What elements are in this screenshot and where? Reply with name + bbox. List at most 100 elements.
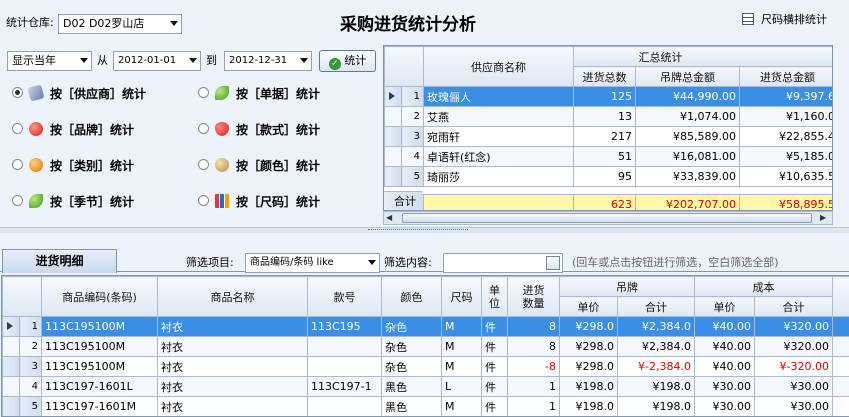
qty-cell[interactable]: 51 [573,146,636,167]
splitter[interactable] [0,227,849,233]
filter-content-input[interactable] [443,253,563,273]
unit-cell[interactable]: 件 [481,356,508,377]
stat-button[interactable]: ✓ 统计 [319,50,376,72]
col-style-header[interactable]: 款号 [307,276,382,317]
col-code-header[interactable]: 商品编码(条码) [41,276,158,317]
cost-amount-cell[interactable]: ¥22,855.4 [739,126,832,147]
filter-go-icon[interactable] [546,256,560,270]
qty-cell[interactable]: 8 [507,316,560,337]
option-radio-2[interactable] [198,87,209,98]
cost-amount-cell[interactable]: ¥10,635.5 [739,166,832,187]
table-row[interactable]: 5 113C197-1601M 衬衣 黑色 M 件 1 ¥198.0 ¥198.0 ¥30.00 ¥… [2,396,849,416]
tag-amount-cell[interactable]: ¥1,074.00 [635,106,740,127]
name-cell[interactable]: 衬衣 [157,376,308,397]
cost-price-cell[interactable]: ¥30.00 [694,376,755,397]
size-cell[interactable]: M [441,336,482,357]
tag-total-cell[interactable]: ¥-2,384.0 [617,356,695,377]
tag-total-cell[interactable]: ¥198.0 [617,396,695,416]
cost-price-cell[interactable]: ¥40.00 [694,316,755,337]
qty-cell[interactable]: 217 [573,126,636,147]
qty-cell[interactable]: 1 [507,396,560,416]
name-cell[interactable]: 衬衣 [157,336,308,357]
tag-price-cell[interactable]: ¥298.0 [559,356,618,377]
option-label-1[interactable]: 按［供应商］统计 [50,85,146,102]
tag-amount-cell[interactable]: ¥16,081.00 [635,146,740,167]
unit-cell[interactable]: 件 [481,396,508,416]
cost-amount-cell[interactable]: ¥1,160.0 [739,106,832,127]
option-radio-7[interactable] [12,195,23,206]
supplier-cell[interactable]: 艾燕 [423,106,574,127]
tag-price-cell[interactable]: ¥298.0 [559,336,618,357]
col-tag-price-header[interactable]: 单价 [559,296,618,317]
option-label-6[interactable]: 按［颜色］统计 [236,157,320,174]
style-cell[interactable] [307,356,382,377]
col-color-header[interactable]: 颜色 [381,276,442,317]
cost-total-cell[interactable]: ¥-320.00 [754,356,833,377]
col-cost-header[interactable]: 进货总金额 [739,66,832,87]
table-row[interactable]: 4 113C197-1601L 衬衣 113C197-1 黑色 L 件 1 ¥198.0 ¥198… [2,376,849,397]
col-supplier-header[interactable]: 供应商名称 [423,46,574,87]
option-label-3[interactable]: 按［品牌］统计 [50,121,134,138]
option-radio-8[interactable] [198,195,209,206]
unit-cell[interactable]: 件 [481,316,508,337]
tag-price-cell[interactable]: ¥198.0 [559,376,618,397]
scroll-right-icon[interactable]: ▶ [820,214,826,222]
col-name-header[interactable]: 商品名称 [157,276,308,317]
color-cell[interactable]: 杂色 [381,356,442,377]
option-radio-4[interactable] [198,123,209,134]
tag-price-cell[interactable]: ¥198.0 [559,396,618,416]
option-label-2[interactable]: 按［单据］统计 [236,85,320,102]
col-cost-price-header[interactable]: 单价 [694,296,755,317]
size-cell[interactable]: L [441,376,482,397]
cost-total-cell[interactable]: ¥320.00 [754,316,833,337]
tag-total-cell[interactable]: ¥2,384.0 [617,316,695,337]
cost-total-cell[interactable]: ¥320.00 [754,336,833,357]
table-row[interactable]: 2 113C195100M 衬衣 杂色 M 件 8 ¥298.0 ¥2,384.0 ¥40.00 ¥… [2,336,849,357]
col-size-header[interactable]: 尺码 [441,276,482,317]
tag-total-cell[interactable]: ¥2,384.0 [617,336,695,357]
name-cell[interactable]: 衬衣 [157,316,308,337]
code-cell[interactable]: 113C197-1601M [41,396,158,416]
cost-amount-cell[interactable]: ¥5,185.0 [739,146,832,167]
cost-total-cell[interactable]: ¥30.00 [754,376,833,397]
col-tag-total-header[interactable]: 合计 [617,296,695,317]
size-cell[interactable]: M [441,356,482,377]
option-radio-6[interactable] [198,159,209,170]
qty-cell[interactable]: 95 [573,166,636,187]
name-cell[interactable]: 衬衣 [157,356,308,377]
option-label-5[interactable]: 按［类别］统计 [50,157,134,174]
supplier-cell[interactable]: 宛雨轩 [423,126,574,147]
option-label-7[interactable]: 按［季节］统计 [50,193,134,210]
supplier-cell[interactable]: 卓语轩(红念) [423,146,574,167]
cost-price-cell[interactable]: ¥30.00 [694,396,755,416]
unit-cell[interactable]: 件 [481,336,508,357]
code-cell[interactable]: 113C195100M [41,316,158,337]
color-cell[interactable]: 杂色 [381,316,442,337]
tag-amount-cell[interactable]: ¥44,990.00 [635,86,740,107]
color-cell[interactable]: 黑色 [381,396,442,416]
name-cell[interactable]: 衬衣 [157,396,308,416]
style-cell[interactable]: 113C197-1 [307,376,382,397]
col-cost-total-header[interactable]: 合计 [754,296,833,317]
size-horizontal-report-link[interactable]: 尺码横排统计 [761,13,827,27]
unit-cell[interactable]: 件 [481,376,508,397]
size-cell[interactable]: M [441,316,482,337]
col-unit-header[interactable]: 单位 [481,276,508,317]
cost-amount-cell[interactable]: ¥9,397.6 [739,86,832,107]
horizontal-scrollbar[interactable]: ◀ ▶ [383,211,833,225]
tag-amount-cell[interactable]: ¥33,839.00 [635,166,740,187]
cost-price-cell[interactable]: ¥40.00 [694,336,755,357]
summary-row[interactable]: 5 琦丽莎 95 ¥33,839.00 ¥10,635.5 [384,166,832,187]
tab-purchase-detail[interactable]: 进货明细 [2,249,117,273]
from-date-picker[interactable]: 2012-01-01 [113,51,201,71]
option-radio-3[interactable] [12,123,23,134]
tag-total-cell[interactable]: ¥198.0 [617,376,695,397]
size-cell[interactable]: M [441,396,482,416]
table-row[interactable]: 1 113C195100M 衬衣 113C195 杂色 M 件 8 ¥298.0 ¥2,384.0… [2,316,849,337]
col-qty-header[interactable]: 进货数量 [507,276,560,317]
col-qty-header[interactable]: 进货总数 [573,66,636,87]
color-cell[interactable]: 黑色 [381,376,442,397]
style-cell[interactable]: 113C195 [307,316,382,337]
supplier-cell[interactable]: 玫瑰俪人 [423,86,574,107]
cost-price-cell[interactable]: ¥40.00 [694,356,755,377]
